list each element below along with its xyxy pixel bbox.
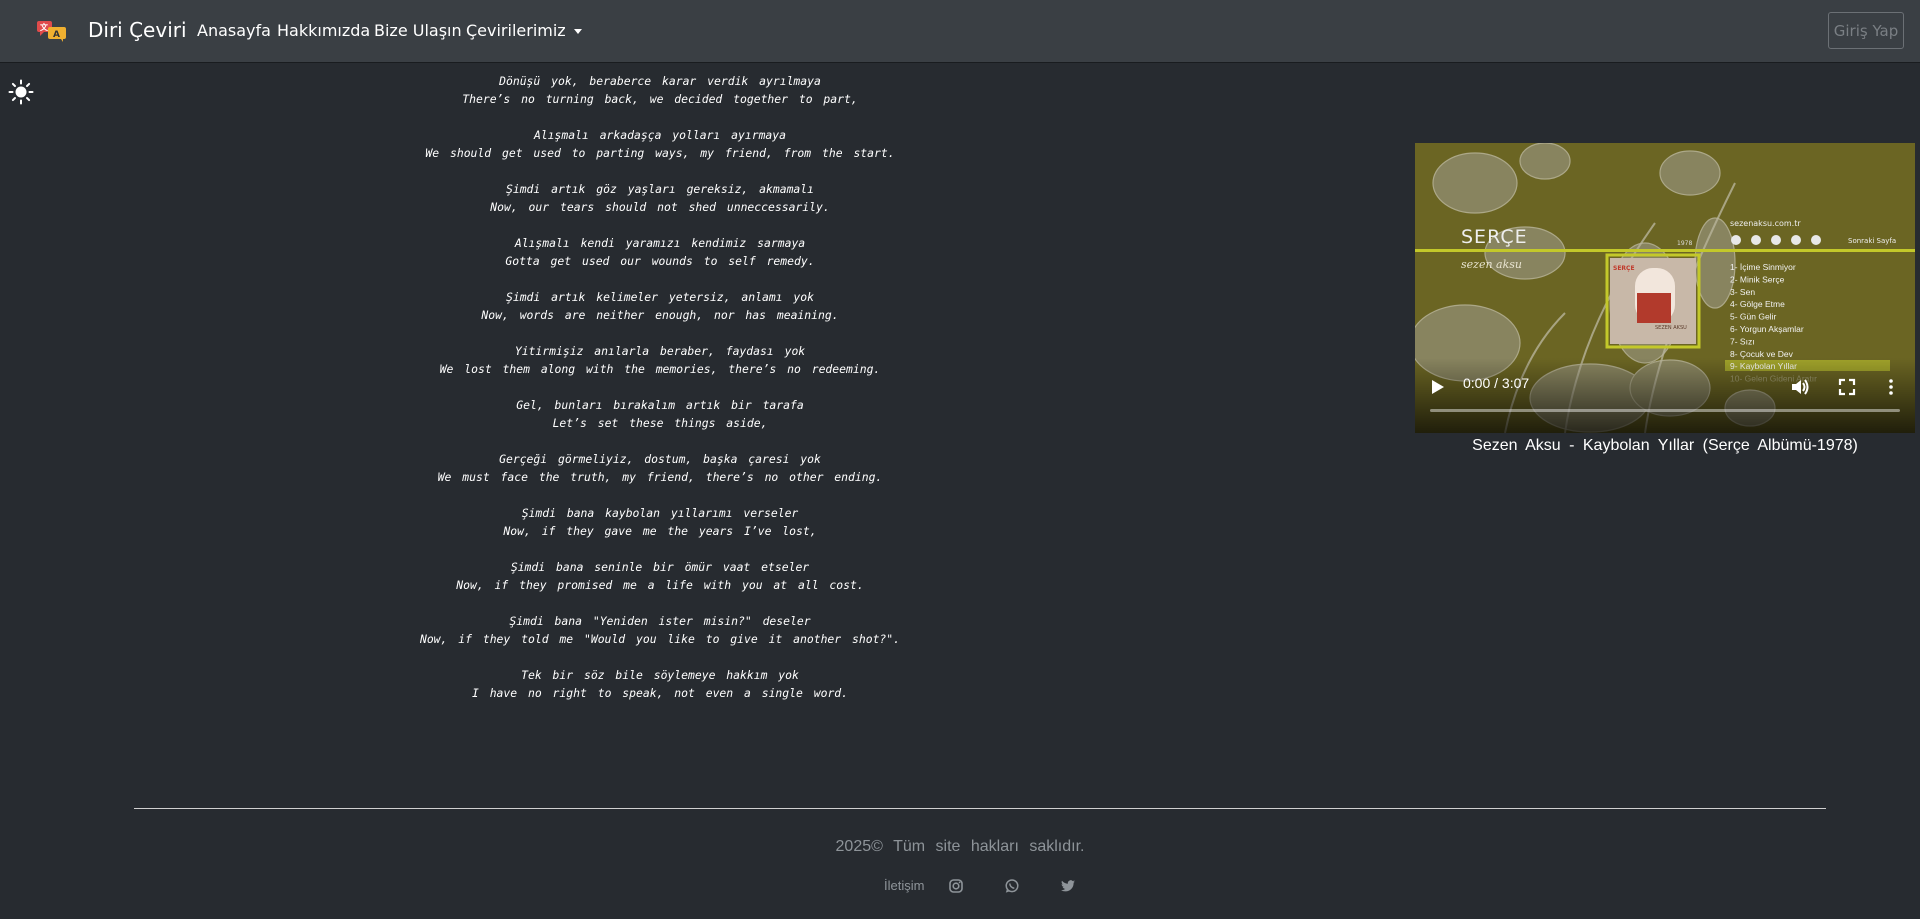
tracklist-item: 8- Çocuk ve Dev [1730, 349, 1794, 359]
lyric-stanza: Şimdi bana kaybolan yıllarımı verseler No… [310, 504, 1010, 540]
lyric-line-turkish: Şimdi bana seninle bir ömür vaat etseler [510, 560, 810, 574]
fullscreen-icon[interactable] [1838, 378, 1856, 396]
translate-logo-icon[interactable]: 文 A [36, 19, 68, 43]
tracklist-item: 3- Sen [1730, 287, 1755, 297]
tracklist-item: 2- Minik Serçe [1730, 274, 1785, 284]
lyric-stanza: Şimdi bana "Yeniden ister misin?" desele… [310, 612, 1010, 648]
cover-logo: SERÇE [1613, 265, 1635, 272]
caret-down-icon [573, 29, 582, 34]
album-title: SERÇE [1461, 226, 1528, 248]
lyric-line-english: Now, if they gave me the years I’ve lost… [503, 524, 817, 538]
lyric-line-english: Now, if they told me "Would you like to … [419, 632, 901, 646]
lyric-line-turkish: Gel, bunları bırakalım artık bir tarafa [516, 398, 804, 412]
lyric-line-english: We should get used to parting ways, my f… [425, 146, 895, 160]
tracklist-item: 6- Yorgun Akşamlar [1730, 324, 1804, 334]
lyric-stanza: Dönüşü yok, beraberce karar verdik ayrıl… [310, 72, 1010, 108]
video-time: 0:00 / 3:07 [1463, 375, 1530, 391]
instagram-icon[interactable] [948, 878, 964, 894]
lyric-line-english: I have no right to speak, not even a sin… [471, 686, 849, 700]
nav-link-contact[interactable]: Bize Ulaşın [374, 21, 462, 40]
login-button[interactable]: Giriş Yap [1828, 12, 1904, 49]
lyric-line-turkish: Şimdi bana kaybolan yıllarımı verseler [521, 506, 799, 520]
volume-icon[interactable] [1790, 377, 1810, 397]
cover-label: SEZEN AKSU [1655, 325, 1687, 331]
artist-script: sezen aksu [1461, 258, 1522, 271]
brand-name[interactable]: Diri Çeviri [88, 18, 187, 42]
lyric-stanza: Gel, bunları bırakalım artık bir tarafa L… [310, 396, 1010, 432]
lyric-line-turkish: Gerçeği görmeliyiz, dostum, başka çaresi… [499, 452, 821, 466]
sun-icon[interactable] [8, 79, 34, 105]
lyric-stanza: Alışmalı arkadaşça yolları ayırmaya We sh… [310, 126, 1010, 162]
lyric-line-english: We lost them along with the memories, th… [439, 362, 881, 376]
twitter-icon[interactable] [1060, 878, 1076, 894]
website-text: sezenaksu.com.tr [1730, 219, 1801, 228]
svg-text:A: A [53, 30, 60, 40]
lyric-line-turkish: Şimdi artık göz yaşları gereksiz, akmama… [505, 182, 815, 196]
footer-links: İletişim [0, 876, 1920, 896]
lyric-stanza: Şimdi artık göz yaşları gereksiz, akmama… [310, 180, 1010, 216]
lyric-line-english: We must face the truth, my friend, there… [437, 470, 883, 484]
whatsapp-icon[interactable] [1004, 878, 1020, 894]
contact-link[interactable]: İletişim [884, 878, 924, 893]
lyrics-container: Dönüşü yok, beraberce karar verdik ayrıl… [310, 72, 1010, 720]
lyric-line-turkish: Şimdi bana "Yeniden ister misin?" desele… [509, 614, 811, 628]
copyright-text: 2025© Tüm site hakları saklıdır. [835, 838, 1085, 855]
album-year: 1978 [1677, 240, 1692, 247]
tracklist-item: 7- Sızı [1730, 336, 1755, 346]
lyric-line-english: Now, words are neither enough, nor has m… [481, 308, 839, 322]
nav-link-home[interactable]: Anasayfa [197, 21, 271, 40]
tracklist-item: 5- Gün Gelir [1730, 312, 1776, 322]
video-player[interactable]: SERÇE SEZEN AKSU SERÇE sezen aksu 1978 s… [1415, 143, 1915, 433]
nav-dropdown-translations[interactable]: Çevirilerimiz [466, 21, 582, 40]
lyric-line-turkish: Alışmalı arkadaşça yolları ayırmaya [533, 128, 787, 142]
lyric-stanza: Alışmalı kendi yaramızı kendimiz sarmaya… [310, 234, 1010, 270]
lyric-line-turkish: Tek bir söz bile söylemeye hakkım yok [521, 668, 799, 682]
nav-dropdown-label: Çevirilerimiz [466, 21, 566, 40]
next-page-text: Sonraki Sayfa [1848, 237, 1896, 245]
tracklist-item: 1- İçime Sinmiyor [1730, 262, 1796, 272]
lyric-line-turkish: Dönüşü yok, beraberce karar verdik ayrıl… [499, 74, 821, 88]
lyric-line-english: Now, our tears should not shed unneccess… [490, 200, 830, 214]
lyric-line-english: There’s no turning back, we decided toge… [462, 92, 858, 106]
play-icon[interactable] [1431, 379, 1445, 395]
lyric-line-turkish: Alışmalı kendi yaramızı kendimiz sarmaya [514, 236, 806, 250]
lyric-line-english: Gotta get used our wounds to self remedy… [505, 254, 815, 268]
lyric-line-english: Now, if they promised me a life with you… [456, 578, 864, 592]
lyric-stanza: Şimdi artık kelimeler yetersiz, anlamı y… [310, 288, 1010, 324]
svg-text:文: 文 [40, 22, 49, 32]
lyric-line-turkish: Yitirmişiz anılarla beraber, faydası yok [514, 344, 806, 358]
seek-bar[interactable] [1430, 409, 1900, 412]
more-options-icon[interactable] [1887, 378, 1895, 396]
lyric-stanza: Gerçeği görmeliyiz, dostum, başka çaresi… [310, 450, 1010, 486]
lyric-stanza: Tek bir söz bile söylemeye hakkım yok I h… [310, 666, 1010, 702]
nav-link-about[interactable]: Hakkımızda [277, 21, 370, 40]
video-caption: Sezen Aksu - Kaybolan Yıllar (Serçe Albü… [1472, 437, 1858, 454]
tracklist-item: 4- Gölge Etme [1730, 299, 1785, 309]
lyric-stanza: Şimdi bana seninle bir ömür vaat etseler… [310, 558, 1010, 594]
navbar: 文 A Diri Çeviri Anasayfa Hakkımızda Bize… [0, 0, 1920, 62]
lyric-line-turkish: Şimdi artık kelimeler yetersiz, anlamı y… [505, 290, 815, 304]
lyric-line-english: Let’s set these things aside, [552, 416, 768, 430]
lyric-stanza: Yitirmişiz anılarla beraber, faydası yok… [310, 342, 1010, 378]
footer-divider [134, 808, 1826, 809]
